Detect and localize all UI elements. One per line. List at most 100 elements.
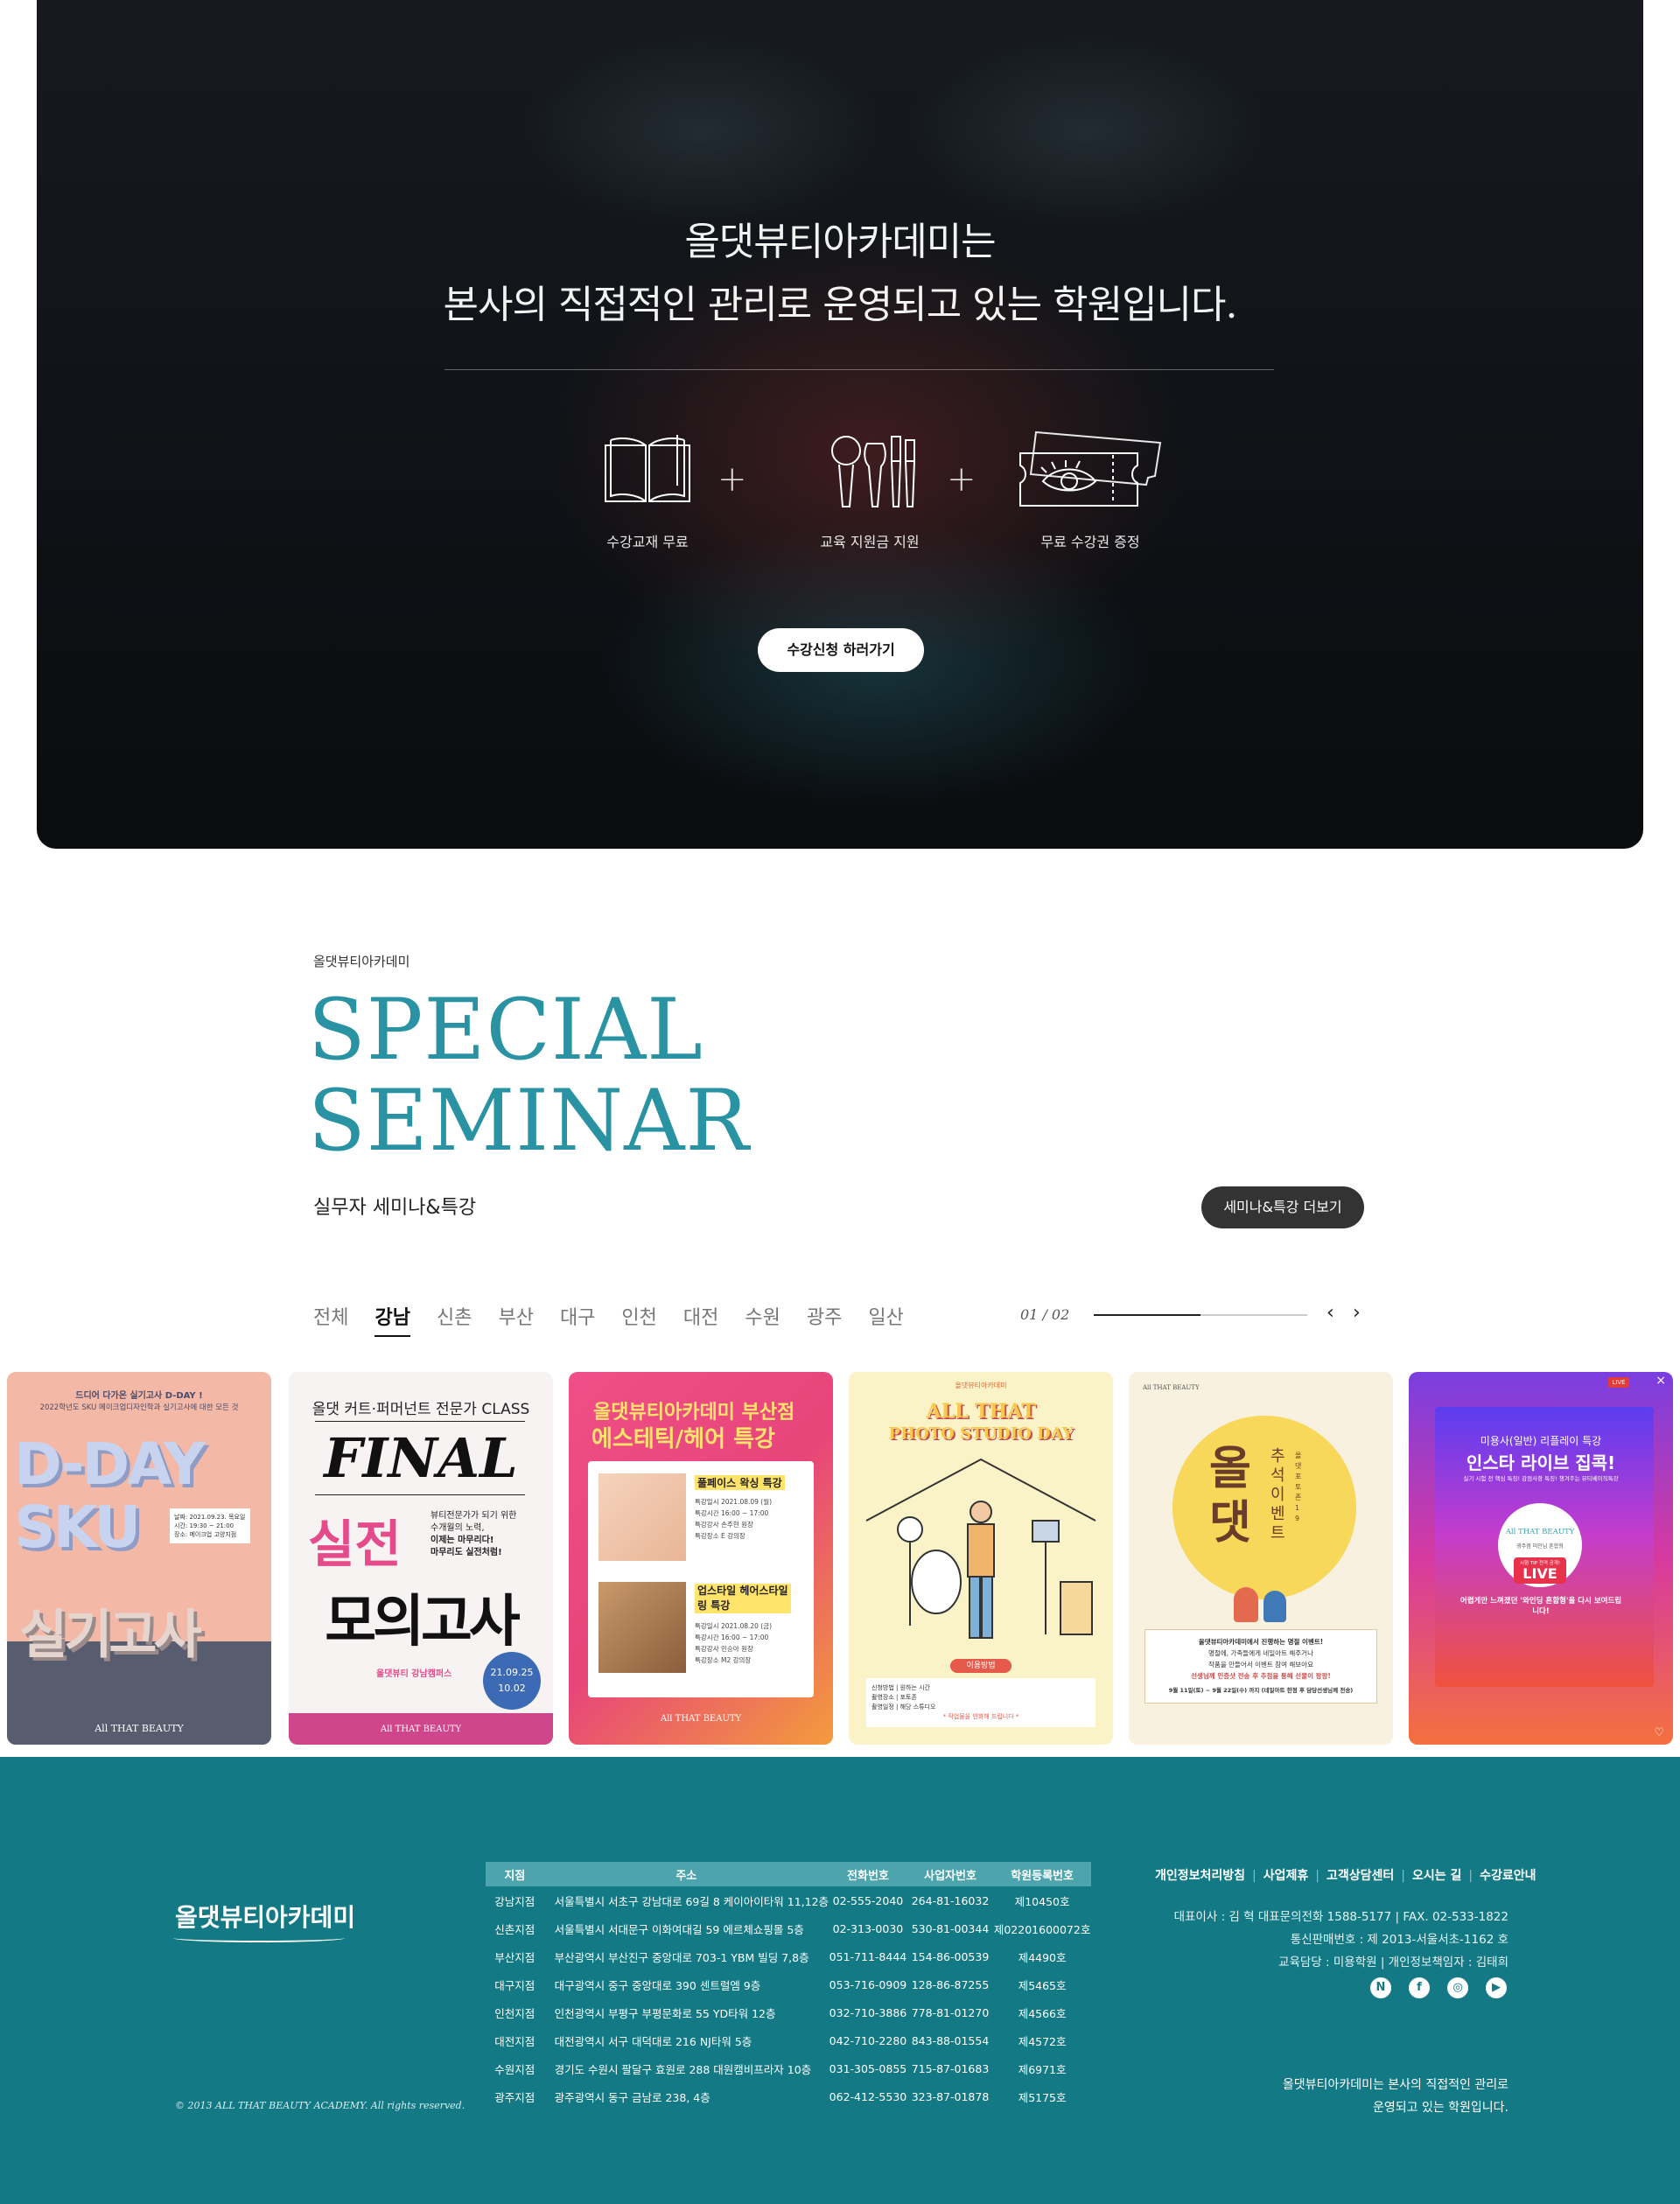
card-line: 특강강사 민승아 원장 — [695, 1645, 753, 1653]
seminar-card-busan-special[interactable]: 올댓뷰티아카데미 부산점 에스테틱/헤어 특강 풀페이스 왁싱 특강 특강일시 … — [569, 1372, 833, 1745]
card-message: 뷰티전문가가 되기 위한 수개월의 노력, 이제는 마무리다! 마무리도 실전처… — [430, 1510, 516, 1559]
table-cell: 530-81-00344 — [911, 1921, 990, 1935]
table-cell: 323-87-01878 — [911, 2089, 990, 2103]
card-method-box: 신청방법 | 원하는 시간 촬영장소 | 포토존 촬영일정 | 해당 스튜디오 … — [866, 1678, 1096, 1727]
footer-logo[interactable]: 올댓뷰티아카데미 — [175, 1899, 355, 1934]
seminar-card-photo-studio[interactable]: 올댓뷰티아카데미 ALL THAT PHOTO STUDIO DAY 이용방법 … — [849, 1372, 1113, 1745]
seminar-card-dday[interactable]: 드디어 다가온 실기고사 D-DAY ! 2022학년도 SKU 메이크업디자인… — [7, 1372, 271, 1745]
card-line: 올댓뷰티아카데미에서 진행하는 명절 이벤트! — [1198, 1638, 1324, 1646]
plus-sign: + — [947, 459, 976, 500]
table-row: 부산지점 부산광역시 부산진구 중앙대로 703-1 YBM 빌딩 7,8층 051… — [486, 1942, 1091, 1970]
table-cell: 제10450호 — [1014, 1894, 1070, 1908]
apply-course-button[interactable]: 수강신청 하러가기 — [758, 628, 924, 672]
prev-arrow-icon[interactable]: ‹ — [1326, 1302, 1334, 1324]
footer-link-support[interactable]: 고객상담센터 — [1326, 1869, 1394, 1883]
card-head: 미용사(일반) 리플레이 특강 — [1480, 1435, 1602, 1447]
card-msg-line: 수개월의 노력, — [430, 1523, 485, 1533]
tab-all[interactable]: 전체 — [313, 1302, 348, 1337]
footer-tagline: 올댓뷰티아카데미는 본사의 직접적인 관리로 운영되고 있는 학원입니다. — [1283, 2074, 1508, 2119]
card-big-line: 실기고사 — [19, 1605, 202, 1666]
seminar-more-button[interactable]: 세미나&특강 더보기 — [1201, 1186, 1364, 1228]
card-info-line: 시간: 19:30 ~ 21:00 — [174, 1522, 234, 1529]
table-cell: 신촌지점 — [494, 1922, 536, 1936]
table-cell: 778-81-01270 — [911, 2005, 990, 2019]
card-sub: 올댓뷰티아카데미 — [955, 1382, 1007, 1389]
footer-link-partnership[interactable]: 사업제휴 — [1264, 1869, 1309, 1883]
card-photo — [598, 1473, 686, 1561]
plus-sign: + — [718, 459, 747, 500]
makeup-brush-icon — [782, 429, 957, 513]
close-icon[interactable]: × — [1656, 1374, 1666, 1388]
card-panel: 풀페이스 왁싱 특강 특강일시 2021.08.09 (월) 특강시간 16:0… — [588, 1461, 814, 1697]
table-cell: 서울특별시 서대문구 이화여대길 59 에르체쇼핑몰 5층 — [554, 1922, 804, 1936]
tab-gangnam[interactable]: 강남 — [374, 1302, 410, 1337]
card-head: ALL THAT — [926, 1400, 1036, 1423]
table-cell: 715-87-01683 — [911, 2061, 990, 2075]
card-msg-line: 이제는 마무리다! — [430, 1536, 494, 1545]
table-header: 전화번호 — [829, 1862, 907, 1886]
benefit-free-ticket: 무료 수강권 증정 — [1003, 429, 1178, 551]
card-message-box: 올댓뷰티아카데미에서 진행하는 명절 이벤트! 명절에, 가족들에게 네일아트 … — [1144, 1629, 1377, 1704]
seminar-card-final-exam[interactable]: 올댓 커트·퍼머넌트 전문가 CLASS FINAL 실전 뷰티전문가가 되기 … — [289, 1372, 553, 1745]
table-cell: 053-716-0909 — [829, 1977, 907, 1991]
tab-suwon[interactable]: 수원 — [745, 1302, 780, 1337]
card-photo — [598, 1582, 686, 1673]
table-cell: 대전지점 — [494, 2034, 536, 2048]
card-line: * 작업물을 인화해 드립니다 * — [942, 1713, 1019, 1720]
tab-ilsan[interactable]: 일산 — [868, 1302, 903, 1337]
table-cell: 042-710-2280 — [829, 2033, 907, 2047]
card-side-text: 올댓 포토존 1 9 — [1295, 1452, 1302, 1522]
footer-info-line: 통신판매번호 : 제 2013-서울서초-1162 호 — [1290, 1933, 1508, 1947]
card-top-line: 드디어 다가온 실기고사 D-DAY ! — [75, 1391, 203, 1401]
card-rule — [315, 1494, 525, 1495]
card-section-title: 업스타일 헤어스타일링 특강 — [695, 1584, 791, 1613]
table-row: 강남지점 서울특별시 서초구 강남대로 69길 8 케이아이타워 11,12층 02… — [486, 1886, 1091, 1914]
tab-daegu[interactable]: 대구 — [560, 1302, 595, 1337]
next-arrow-icon[interactable]: › — [1353, 1302, 1361, 1324]
branch-table-body: 강남지점 서울특별시 서초구 강남대로 69길 8 케이아이타워 11,12층 02… — [486, 1886, 1091, 2110]
instagram-icon[interactable]: ◎ — [1447, 1977, 1468, 1998]
seminar-card-insta-live[interactable]: LIVE × 미용사(일반) 리플레이 특강 인스타 라이브 집콕! 실기 시험… — [1409, 1372, 1673, 1745]
footer-company-info: 대표이사 : 김 혁 대표문의전화 1588-5177 | FAX. 02-53… — [1174, 1906, 1508, 1974]
naver-icon[interactable]: N — [1370, 1977, 1391, 1998]
card-live: LIVE — [1522, 1565, 1558, 1582]
table-cell: 제4490호 — [1018, 1950, 1067, 1964]
seminar-eyebrow: 올댓뷰티아카데미 — [313, 954, 410, 969]
tab-busan[interactable]: 부산 — [498, 1302, 533, 1337]
card-date: 21.09.25 — [490, 1667, 534, 1678]
tab-sinchon[interactable]: 신촌 — [437, 1302, 472, 1337]
live-badge: LIVE — [1608, 1377, 1629, 1388]
card-line: 선생님께 인증샷 전송 후 추첨을 통해 선물이 팡팡! — [1191, 1672, 1331, 1680]
footer-link-tuition[interactable]: 수강료안내 — [1480, 1869, 1536, 1883]
card-desc: 실기 시험 전 핵심 특징! 감점사항 특징! 챙겨주는 뷰티베이직특강 — [1463, 1475, 1619, 1482]
table-cell: 부산광역시 부산진구 중앙대로 703-1 YBM 빌딩 7,8층 — [554, 1950, 809, 1964]
slide-progress-fill — [1094, 1314, 1200, 1316]
card-section-title: 풀페이스 왁싱 특강 — [695, 1475, 785, 1490]
footer-link-privacy[interactable]: 개인정보처리방침 — [1155, 1869, 1245, 1883]
table-cell: 843-88-01554 — [911, 2033, 990, 2047]
youtube-icon[interactable]: ▶ — [1486, 1977, 1507, 1998]
table-cell: 대구광역시 중구 중앙대로 390 센트럴엠 9층 — [554, 1978, 761, 1992]
card-section-lines: 특강일시 2021.08.09 (월) 특강시간 16:00 ~ 17:00 특… — [695, 1496, 772, 1542]
footer-tagline-line: 운영되고 있는 학원입니다. — [1372, 2101, 1508, 2115]
seminar-title: SPECIAL SEMINAR — [308, 984, 750, 1166]
card-big-text: 모의고사 — [325, 1590, 521, 1655]
photo-studio-illustration — [865, 1458, 1096, 1639]
table-cell: 광주지점 — [494, 2090, 536, 2104]
tab-gwangju[interactable]: 광주 — [807, 1302, 842, 1337]
seminar-card-chuseok-event[interactable]: All THAT BEAUTY 올댓 추석이벤트 올댓 포토존 1 9 올댓뷰티… — [1129, 1372, 1393, 1745]
facebook-icon[interactable]: f — [1409, 1977, 1430, 1998]
card-line: 촬영장소 | 포토존 — [872, 1694, 917, 1701]
tab-incheon[interactable]: 인천 — [621, 1302, 656, 1337]
table-cell: 128-86-87255 — [911, 1977, 990, 1991]
table-cell: 광주광역시 동구 금남로 238, 4층 — [554, 2090, 710, 2104]
card-date: 10.02 — [498, 1683, 526, 1694]
footer-link-directions[interactable]: 오시는 길 — [1412, 1869, 1461, 1883]
card-msg-line: 마무리도 실전처럼! — [430, 1548, 502, 1557]
tab-daejeon[interactable]: 대전 — [683, 1302, 718, 1337]
heart-icon[interactable]: ♡ — [1654, 1726, 1664, 1739]
table-cell: 031-305-0855 — [829, 2061, 907, 2075]
hero-title-line2: 본사의 직접적인 관리로 운영되고 있는 학원입니다. — [443, 283, 1238, 327]
table-cell: 대전광역시 서구 대덕대로 216 NJ타워 5층 — [554, 2034, 752, 2048]
table-cell: 02-555-2040 — [832, 1893, 904, 1907]
